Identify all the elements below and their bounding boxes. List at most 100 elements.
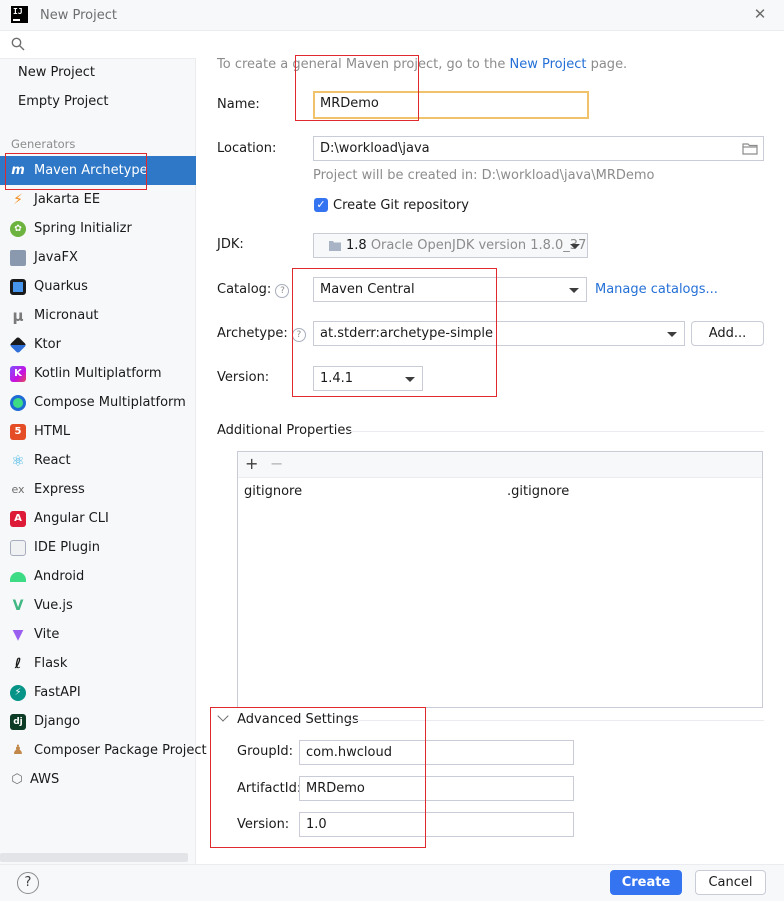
sidebar-item-express[interactable]: ex Express bbox=[0, 475, 196, 504]
sidebar-item-label: Spring Initializr bbox=[34, 221, 132, 236]
sidebar-item-composer-package-project[interactable]: ♟ Composer Package Project bbox=[0, 736, 206, 765]
sidebar-item-aws[interactable]: ⬡ AWS bbox=[0, 765, 196, 794]
aws-icon: ⬡ bbox=[11, 772, 23, 787]
adv-version-label: Version: bbox=[237, 817, 290, 832]
catalog-label-text: Catalog: bbox=[217, 282, 272, 297]
version-select[interactable]: 1.4.1 bbox=[313, 366, 423, 391]
jdk-folder-icon bbox=[329, 241, 341, 251]
jakarta-icon: ⚡ bbox=[13, 192, 23, 208]
catalog-value: Maven Central bbox=[320, 282, 415, 297]
archetype-select[interactable]: at.stderr:archetype-simple bbox=[313, 321, 685, 346]
sidebar-item-jakarta-ee[interactable]: ⚡ Jakarta EE bbox=[0, 185, 196, 214]
properties-table[interactable]: + − gitignore .gitignore bbox=[237, 451, 763, 708]
spring-icon: ✿ bbox=[10, 221, 26, 237]
manage-catalogs-link[interactable]: Manage catalogs... bbox=[595, 282, 718, 297]
location-hint: Project will be created in: D:\workload\… bbox=[313, 168, 655, 183]
jdk-detail: Oracle OpenJDK version 1.8.0_371 bbox=[370, 238, 588, 253]
artifactid-label: ArtifactId: bbox=[237, 781, 302, 796]
close-icon[interactable]: ✕ bbox=[752, 6, 768, 22]
name-field[interactable]: MRDemo bbox=[313, 91, 589, 119]
sidebar-item-javafx[interactable]: JavaFX bbox=[0, 243, 196, 272]
location-label: Location: bbox=[217, 141, 277, 156]
chevron-down-icon bbox=[570, 244, 580, 249]
sidebar-item-fastapi[interactable]: ⚡ FastAPI bbox=[0, 678, 196, 707]
git-checkbox-label[interactable]: Create Git repository bbox=[333, 198, 469, 213]
sidebar-item-angular-cli[interactable]: A Angular CLI bbox=[0, 504, 196, 533]
chevron-down-icon bbox=[405, 377, 415, 382]
groupid-field[interactable]: com.hwcloud bbox=[299, 740, 574, 765]
intellij-logo-icon: IJ bbox=[11, 6, 28, 23]
flask-icon: ℓ bbox=[14, 656, 22, 672]
properties-toolbar: + − bbox=[238, 452, 762, 478]
sidebar-item-quarkus[interactable]: Quarkus bbox=[0, 272, 196, 301]
sidebar-item-ide-plugin[interactable]: IDE Plugin bbox=[0, 533, 196, 562]
name-label: Name: bbox=[217, 97, 260, 112]
add-archetype-button[interactable]: Add... bbox=[691, 321, 764, 346]
sidebar-item-label: Composer Package Project bbox=[34, 743, 207, 758]
jdk-version: 1.8 bbox=[346, 238, 367, 253]
sidebar-item-label: AWS bbox=[30, 772, 60, 787]
property-value: .gitignore bbox=[507, 484, 570, 499]
sidebar-item-new-project[interactable]: New Project bbox=[0, 59, 196, 87]
sidebar-item-label: Jakarta EE bbox=[34, 192, 101, 207]
sidebar-item-django[interactable]: dj Django bbox=[0, 707, 196, 736]
catalog-select[interactable]: Maven Central bbox=[313, 277, 587, 302]
sidebar-item-maven-archetype[interactable]: m Maven Archetype bbox=[0, 156, 196, 185]
artifactid-field[interactable]: MRDemo bbox=[299, 776, 574, 801]
new-project-link[interactable]: New Project bbox=[509, 57, 586, 72]
sidebar-item-label: Vite bbox=[34, 627, 60, 642]
git-checkbox[interactable]: ✓ bbox=[314, 198, 328, 212]
express-icon: ex bbox=[11, 483, 25, 496]
sidebar-item-vite[interactable]: ▼ Vite bbox=[0, 620, 196, 649]
jdk-label: JDK: bbox=[217, 237, 244, 252]
folder-icon[interactable] bbox=[742, 142, 758, 155]
sidebar-item-empty-project[interactable]: Empty Project bbox=[0, 88, 196, 116]
sidebar-item-label: HTML bbox=[34, 424, 71, 439]
help-button[interactable]: ? bbox=[17, 872, 39, 894]
sidebar-item-vue-js[interactable]: V Vue.js bbox=[0, 591, 196, 620]
sidebar-item-kotlin-multiplatform[interactable]: K Kotlin Multiplatform bbox=[0, 359, 196, 388]
divider bbox=[347, 720, 764, 721]
android-icon bbox=[10, 572, 26, 582]
sidebar-item-html[interactable]: 5 HTML bbox=[0, 417, 196, 446]
sidebar-item-flask[interactable]: ℓ Flask bbox=[0, 649, 196, 678]
cancel-button[interactable]: Cancel bbox=[695, 870, 766, 895]
sidebar-item-android[interactable]: Android bbox=[0, 562, 196, 591]
sidebar-item-react[interactable]: ⚛ React bbox=[0, 446, 196, 475]
sidebar-item-spring-initializr[interactable]: ✿ Spring Initializr bbox=[0, 214, 196, 243]
sidebar-horizontal-scrollbar[interactable] bbox=[0, 853, 188, 862]
sidebar-item-compose-multiplatform[interactable]: Compose Multiplatform bbox=[0, 388, 196, 417]
sidebar-item-label: Maven Archetype bbox=[34, 163, 148, 178]
javafx-icon bbox=[10, 250, 26, 266]
sidebar-item-ktor[interactable]: Ktor bbox=[0, 330, 196, 359]
additional-properties-heading: Additional Properties bbox=[217, 423, 353, 438]
divider bbox=[347, 431, 764, 432]
sidebar-item-label: Compose Multiplatform bbox=[34, 395, 186, 410]
sidebar-item-label: Django bbox=[34, 714, 81, 729]
composer-icon: ♟ bbox=[12, 743, 24, 758]
vue-icon: V bbox=[12, 598, 24, 614]
create-button[interactable]: Create bbox=[610, 870, 682, 895]
adv-version-field[interactable]: 1.0 bbox=[299, 812, 574, 837]
advanced-settings-toggle[interactable]: Advanced Settings bbox=[217, 710, 359, 727]
generators-section-label: Generators bbox=[11, 137, 76, 151]
remove-icon[interactable]: − bbox=[270, 454, 283, 473]
sidebar-item-label: Micronaut bbox=[34, 308, 99, 323]
help-icon[interactable]: ? bbox=[291, 328, 306, 342]
table-row[interactable]: gitignore .gitignore bbox=[238, 480, 762, 504]
add-icon[interactable]: + bbox=[245, 454, 258, 473]
vite-icon: ▼ bbox=[12, 627, 24, 643]
intro-suffix: page. bbox=[590, 57, 628, 72]
version-label: Version: bbox=[217, 370, 270, 385]
property-key: gitignore bbox=[244, 484, 303, 499]
micronaut-icon: μ bbox=[12, 307, 24, 325]
sidebar-item-label: Express bbox=[34, 482, 85, 497]
location-field[interactable]: D:\workload\java bbox=[313, 136, 764, 161]
jdk-select[interactable]: 1.8 Oracle OpenJDK version 1.8.0_371 bbox=[313, 233, 588, 258]
advanced-settings-label: Advanced Settings bbox=[237, 712, 359, 727]
chevron-down-icon bbox=[667, 332, 677, 337]
sidebar-item-micronaut[interactable]: μ Micronaut bbox=[0, 301, 196, 330]
search-input[interactable] bbox=[0, 31, 196, 59]
intro-prefix: To create a general Maven project, go to… bbox=[217, 57, 506, 72]
help-icon[interactable]: ? bbox=[275, 284, 290, 298]
